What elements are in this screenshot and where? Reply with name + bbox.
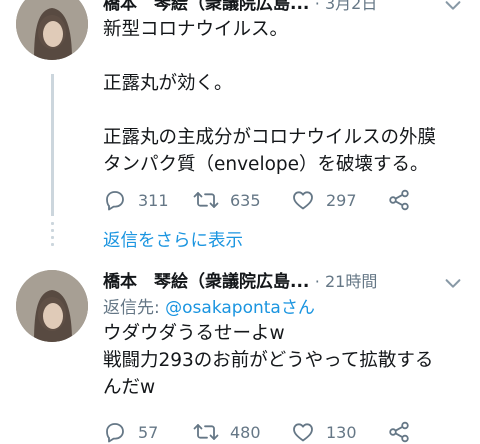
- reply-to-handle[interactable]: @osakapontaさん: [165, 298, 315, 318]
- tweet-text-line: [103, 43, 473, 70]
- share-nodes-icon: [389, 189, 409, 211]
- retweet-button[interactable]: 635: [193, 186, 261, 214]
- timeline: 橋本 琴絵（衆議院広島... · 3月2日 新型コロナウイルス。 正露丸が効く。…: [0, 0, 480, 444]
- tweet-text: ウダウダうるせーよw 戦闘力293のお前がどうやって拡散する んだw: [103, 320, 473, 401]
- tweet-date[interactable]: · 3月2日: [315, 0, 378, 13]
- share-nodes-icon: [389, 421, 409, 443]
- like-count: 130: [326, 422, 357, 442]
- reply-button[interactable]: 311: [103, 186, 169, 214]
- like-count: 297: [326, 190, 357, 210]
- chevron-down-icon[interactable]: [442, 272, 464, 294]
- like-button[interactable]: 297: [291, 186, 357, 214]
- avatar[interactable]: [16, 270, 88, 342]
- chevron-down-icon[interactable]: [442, 0, 464, 16]
- tweet-header: 橋本 琴絵（衆議院広島... · 3月2日: [103, 0, 480, 16]
- reply-button[interactable]: 57: [103, 418, 158, 444]
- retweet-button[interactable]: 480: [193, 418, 261, 444]
- share-button[interactable]: [387, 418, 422, 444]
- tweet-text-line: 正露丸の主成分がコロナウイルスの外膜: [103, 127, 437, 148]
- retweet-count: 480: [230, 422, 261, 442]
- like-button[interactable]: 130: [291, 418, 357, 444]
- tweet-text-line: んだw: [103, 377, 156, 398]
- display-name[interactable]: 橋本 琴絵（衆議院広島...: [103, 0, 309, 14]
- reply-to-label: 返信先:: [103, 298, 160, 318]
- thread-connector-dots: [51, 222, 54, 246]
- tweet-actions: 57 480 130: [103, 418, 423, 444]
- tweet-text-line: 新型コロナウイルス。: [103, 19, 289, 40]
- tweet-text-line: 戦闘力293のお前がどうやって拡散する: [103, 350, 434, 371]
- display-name[interactable]: 橋本 琴絵（衆議院広島...: [103, 272, 309, 292]
- replying-to: 返信先: @osakapontaさん: [103, 296, 315, 320]
- reply-count: 311: [138, 190, 169, 210]
- tweet-actions: 311 635 297: [103, 186, 423, 214]
- tweet-date[interactable]: · 21時間: [315, 272, 378, 291]
- tweet-text: 新型コロナウイルス。 正露丸が効く。 正露丸の主成分がコロナウイルスの外膜 タン…: [103, 16, 473, 178]
- retweet-arrows-icon: [193, 192, 219, 208]
- avatar[interactable]: [16, 0, 88, 60]
- tweet-header: 橋本 琴絵（衆議院広島... · 21時間: [103, 270, 480, 294]
- retweet-arrows-icon: [193, 424, 219, 440]
- tweet-text-line: [103, 97, 473, 124]
- share-button[interactable]: [387, 186, 422, 214]
- show-more-replies-link[interactable]: 返信をさらに表示: [103, 229, 243, 253]
- reply-count: 57: [138, 422, 159, 442]
- tweet-text-line: 正露丸が効く。: [103, 73, 233, 94]
- tweet-text-line: タンパク質（envelope）を破壊する。: [103, 154, 429, 175]
- heart-outline-icon: [293, 423, 313, 442]
- retweet-count: 635: [230, 190, 261, 210]
- tweet-text-line: ウダウダうるせーよw: [103, 323, 285, 344]
- thread-line: [51, 74, 54, 216]
- heart-outline-icon: [293, 191, 313, 210]
- speech-bubble-icon: [106, 423, 124, 443]
- speech-bubble-icon: [106, 191, 124, 211]
